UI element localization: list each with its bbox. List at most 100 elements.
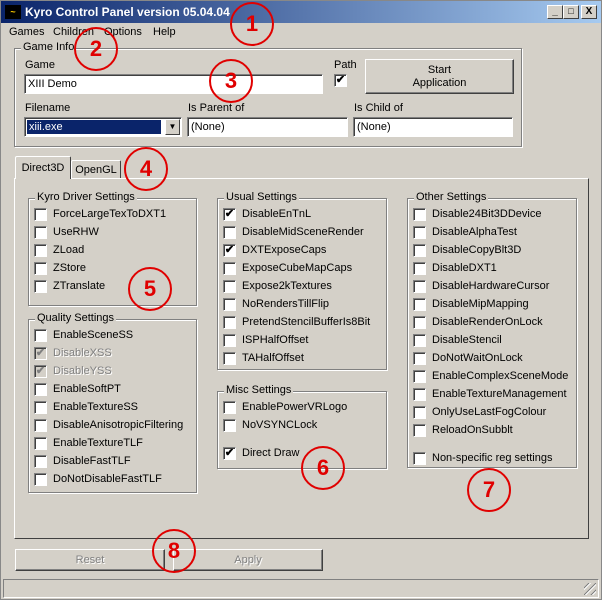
checkbox[interactable] [223,280,236,293]
option-disableentnl[interactable]: ✔ DisableEnTnL [223,206,385,224]
option-label: DisableXSS [53,347,112,359]
checkbox[interactable] [34,383,47,396]
maximize-button[interactable]: □ [563,5,579,19]
option-expose2ktextures[interactable]: Expose2kTextures [223,278,385,296]
option-disablealphatest[interactable]: DisableAlphaTest [413,224,575,242]
checkbox[interactable] [413,316,426,329]
option-norenderstillflip[interactable]: NoRendersTillFlip [223,296,385,314]
option-disablemidscenerender[interactable]: DisableMidSceneRender [223,224,385,242]
checkbox[interactable] [413,298,426,311]
checkbox[interactable] [223,352,236,365]
checkbox[interactable] [413,370,426,383]
checkbox[interactable] [34,455,47,468]
option-tahalfoffset[interactable]: TAHalfOffset [223,350,385,368]
checkbox[interactable] [34,262,47,275]
option-dxtexposecaps[interactable]: ✔ DXTExposeCaps [223,242,385,260]
option-label: DisableStencil [432,334,502,346]
checkbox[interactable]: ✔ [223,244,236,257]
option-disableanisotropicfiltering[interactable]: DisableAnisotropicFiltering [34,417,196,435]
option-donotwaitonlock[interactable]: DoNotWaitOnLock [413,350,575,368]
option-disablefasttlf[interactable]: DisableFastTLF [34,453,196,471]
checkbox[interactable] [413,262,426,275]
path-checkbox[interactable]: ✔ [334,74,347,87]
menu-help[interactable]: Help [153,26,176,38]
option-enablepowervrlogo[interactable]: EnablePowerVRLogo [223,399,385,417]
checkbox[interactable] [413,452,426,465]
tab-opengl[interactable]: OpenGL [71,160,121,178]
reset-button[interactable]: Reset [15,549,165,571]
option-disablehardwarecursor[interactable]: DisableHardwareCursor [413,278,575,296]
option-exposecubemapcaps[interactable]: ExposeCubeMapCaps [223,260,385,278]
option-enabletexturetlf[interactable]: EnableTextureTLF [34,435,196,453]
start-application-button[interactable]: Start Application [365,59,514,94]
checkbox[interactable] [223,401,236,414]
option-disabledxt1[interactable]: DisableDXT1 [413,260,575,278]
checkbox[interactable] [223,226,236,239]
option-enabletexturemanagement[interactable]: EnableTextureManagement [413,386,575,404]
option-label: EnableTextureManagement [432,388,567,400]
filename-select[interactable]: xiii.exe ▼ [24,117,182,137]
option-disablerenderonlock[interactable]: DisableRenderOnLock [413,314,575,332]
option-disable24bit3ddevice[interactable]: Disable24Bit3DDevice [413,206,575,224]
checkbox[interactable] [413,388,426,401]
checkbox[interactable] [223,316,236,329]
checkbox[interactable] [34,437,47,450]
option-pretendstencilbufferis8bit[interactable]: PretendStencilBufferIs8Bit [223,314,385,332]
option-disablemipmapping[interactable]: DisableMipMapping [413,296,575,314]
checkbox[interactable] [34,329,47,342]
is-child-field[interactable]: (None) [353,117,513,137]
checkbox[interactable] [34,208,47,221]
option-label: EnableComplexSceneMode [432,370,569,382]
checkbox[interactable] [223,334,236,347]
dropdown-arrow-icon[interactable]: ▼ [165,119,180,135]
option-enablesoftpt[interactable]: EnableSoftPT [34,381,196,399]
checkbox[interactable] [413,226,426,239]
checkbox[interactable] [413,280,426,293]
checkbox[interactable] [413,424,426,437]
game-name-field[interactable]: XIII Demo [24,74,323,94]
option-enabletexturess[interactable]: EnableTextureSS [34,399,196,417]
minimize-button[interactable]: _ [547,5,563,19]
option-forcelargetextodxt1[interactable]: ForceLargeTexToDXT1 [34,206,192,224]
option-userhw[interactable]: UseRHW [34,224,192,242]
close-button[interactable]: X [581,5,597,19]
tab-direct3d[interactable]: Direct3D [15,156,71,179]
checkbox[interactable] [223,298,236,311]
resize-grip-icon[interactable] [584,583,596,595]
checkbox[interactable] [413,352,426,365]
option-label: DisableHardwareCursor [432,280,550,292]
checkbox[interactable] [34,244,47,257]
checkbox[interactable]: ✔ [223,447,236,460]
checkbox[interactable] [413,406,426,419]
option-disablestencil[interactable]: DisableStencil [413,332,575,350]
option-enablesceness[interactable]: EnableSceneSS [34,327,196,345]
option-enablecomplexscenemode[interactable]: EnableComplexSceneMode [413,368,575,386]
option-onlyuselastfogcolour[interactable]: OnlyUseLastFogColour [413,404,575,422]
option-zload[interactable]: ZLoad [34,242,192,260]
checkbox[interactable] [413,244,426,257]
menu-games[interactable]: Games [9,26,44,38]
checkbox[interactable] [34,419,47,432]
option-label: DisableEnTnL [242,208,312,220]
checkbox[interactable] [223,419,236,432]
checkbox[interactable] [34,280,47,293]
checkbox[interactable] [413,208,426,221]
annotation-marker-4: 4 [124,147,168,191]
option-non-specific-reg-settings[interactable]: Non-specific reg settings [413,450,575,468]
checkbox[interactable] [34,401,47,414]
option-zstore[interactable]: ZStore [34,260,192,278]
option-label: EnableSoftPT [53,383,121,395]
checkbox[interactable] [34,473,47,486]
option-novsynclock[interactable]: NoVSYNCLock [223,417,385,435]
checkbox[interactable]: ✔ [223,208,236,221]
option-disablecopyblt3d[interactable]: DisableCopyBlt3D [413,242,575,260]
is-parent-field[interactable]: (None) [187,117,348,137]
checkbox[interactable] [34,226,47,239]
option-reloadonsubblt[interactable]: ReloadOnSubblt [413,422,575,440]
option-label: Expose2kTextures [242,280,332,292]
checkbox[interactable] [223,262,236,275]
title-bar[interactable]: ~ Kyro Control Panel version 05.04.04 _ … [1,1,601,23]
option-donotdisablefasttlf[interactable]: DoNotDisableFastTLF [34,471,196,489]
checkbox[interactable] [413,334,426,347]
option-isphalfoffset[interactable]: ISPHalfOffset [223,332,385,350]
